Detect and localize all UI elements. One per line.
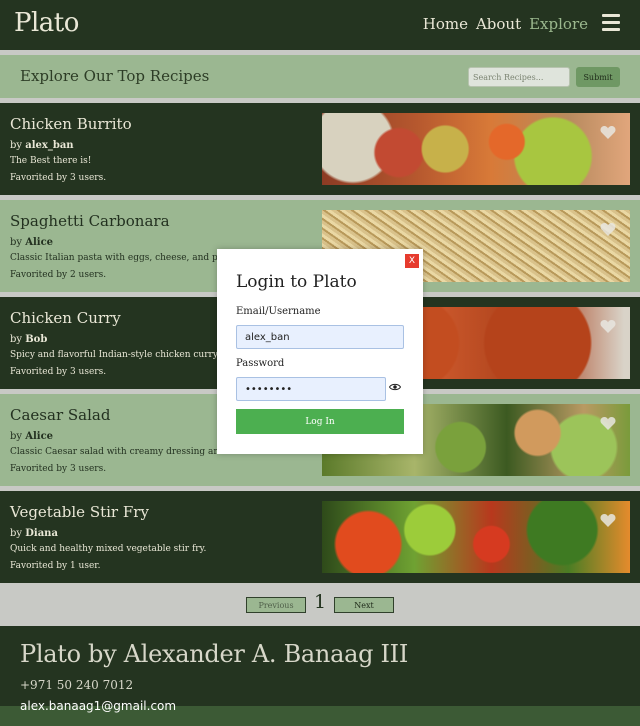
footer-email[interactable]: alex.banaag1@gmail.com — [20, 699, 176, 713]
close-modal-button[interactable]: X — [405, 254, 419, 268]
login-title: Login to Plato — [236, 272, 357, 292]
email-label: Email/Username — [236, 306, 321, 317]
password-label: Password — [236, 358, 285, 369]
email-field[interactable] — [236, 325, 404, 349]
eye-icon[interactable] — [389, 381, 401, 393]
password-field[interactable] — [236, 377, 386, 401]
login-modal: X Login to Plato Email/Username Password… — [217, 249, 423, 454]
login-button[interactable]: Log In — [236, 409, 404, 434]
modal-overlay: X Login to Plato Email/Username Password… — [0, 0, 640, 726]
